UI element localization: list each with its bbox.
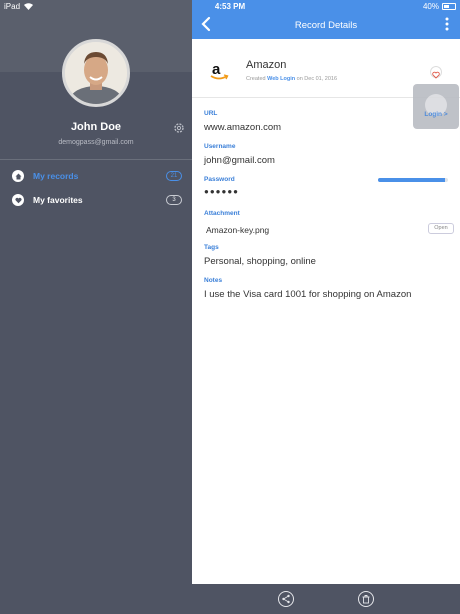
status-bar: iPad 4:53 PM 40% [0, 0, 460, 13]
sidebar-item-my-records[interactable]: My records 21 [0, 166, 192, 186]
gear-icon[interactable] [173, 122, 185, 134]
amazon-logo-icon: a [210, 61, 229, 80]
tags-label: Tags [204, 244, 219, 251]
login-button-label: Login > [424, 111, 448, 118]
user-name: John Doe [70, 121, 122, 133]
records-count-badge: 21 [166, 171, 182, 181]
url-label: URL [204, 110, 218, 117]
home-icon [12, 170, 24, 182]
username-label: Username [204, 143, 236, 150]
delete-button[interactable] [358, 591, 374, 607]
avatar-photo [65, 42, 127, 104]
sidebar: John Doe demogpass@gmail.com My records … [0, 0, 192, 614]
clock: 4:53 PM [214, 2, 246, 11]
password-label: Password [204, 176, 235, 183]
open-attachment-button[interactable]: Open [428, 223, 454, 234]
record-details-panel: Record Details a Amazon Created Web Logi… [192, 0, 460, 614]
bottom-toolbar [192, 584, 460, 614]
battery-percent: 40% [422, 2, 439, 11]
sidebar-item-label: My records [33, 171, 79, 181]
login-button[interactable]: Login > [413, 84, 459, 129]
password-strength-bar [378, 178, 448, 182]
created-date: on Dec 01, 2016 [296, 76, 338, 82]
sidebar-item-label: My favorites [33, 195, 83, 205]
favorites-count-badge: 3 [166, 195, 182, 205]
password-strength-fill [378, 178, 445, 182]
record-created-info: Created Web Login on Dec 01, 2016 [246, 76, 337, 82]
attachment-label: Attachment [204, 210, 240, 217]
heart-icon [12, 194, 24, 206]
record-title: Amazon [246, 59, 287, 71]
page-title: Record Details [294, 20, 358, 31]
share-icon [282, 594, 290, 604]
sidebar-divider [0, 159, 192, 160]
heart-outline-icon [432, 71, 440, 79]
url-value[interactable]: www.amazon.com [204, 122, 281, 133]
share-button[interactable] [278, 591, 294, 607]
user-email: demogpass@gmail.com [58, 139, 134, 146]
created-prefix: Created [246, 76, 266, 82]
battery-icon [442, 3, 456, 10]
trash-icon [362, 595, 370, 604]
attachment-filename[interactable]: Amazon-key.png [206, 225, 269, 235]
notes-label: Notes [204, 277, 223, 284]
username-value[interactable]: john@gmail.com [204, 155, 275, 166]
svg-text:a: a [212, 61, 221, 78]
tags-value: Personal, shopping, online [204, 256, 316, 267]
password-value[interactable]: ●●●●●● [204, 187, 239, 196]
record-type: Web Login [267, 76, 296, 82]
sidebar-item-my-favorites[interactable]: My favorites 3 [0, 190, 192, 210]
more-vertical-icon[interactable] [444, 17, 450, 31]
notes-value: I use the Visa card 1001 for shopping on… [204, 289, 412, 300]
favorite-button[interactable] [430, 66, 442, 79]
avatar[interactable] [62, 39, 130, 107]
